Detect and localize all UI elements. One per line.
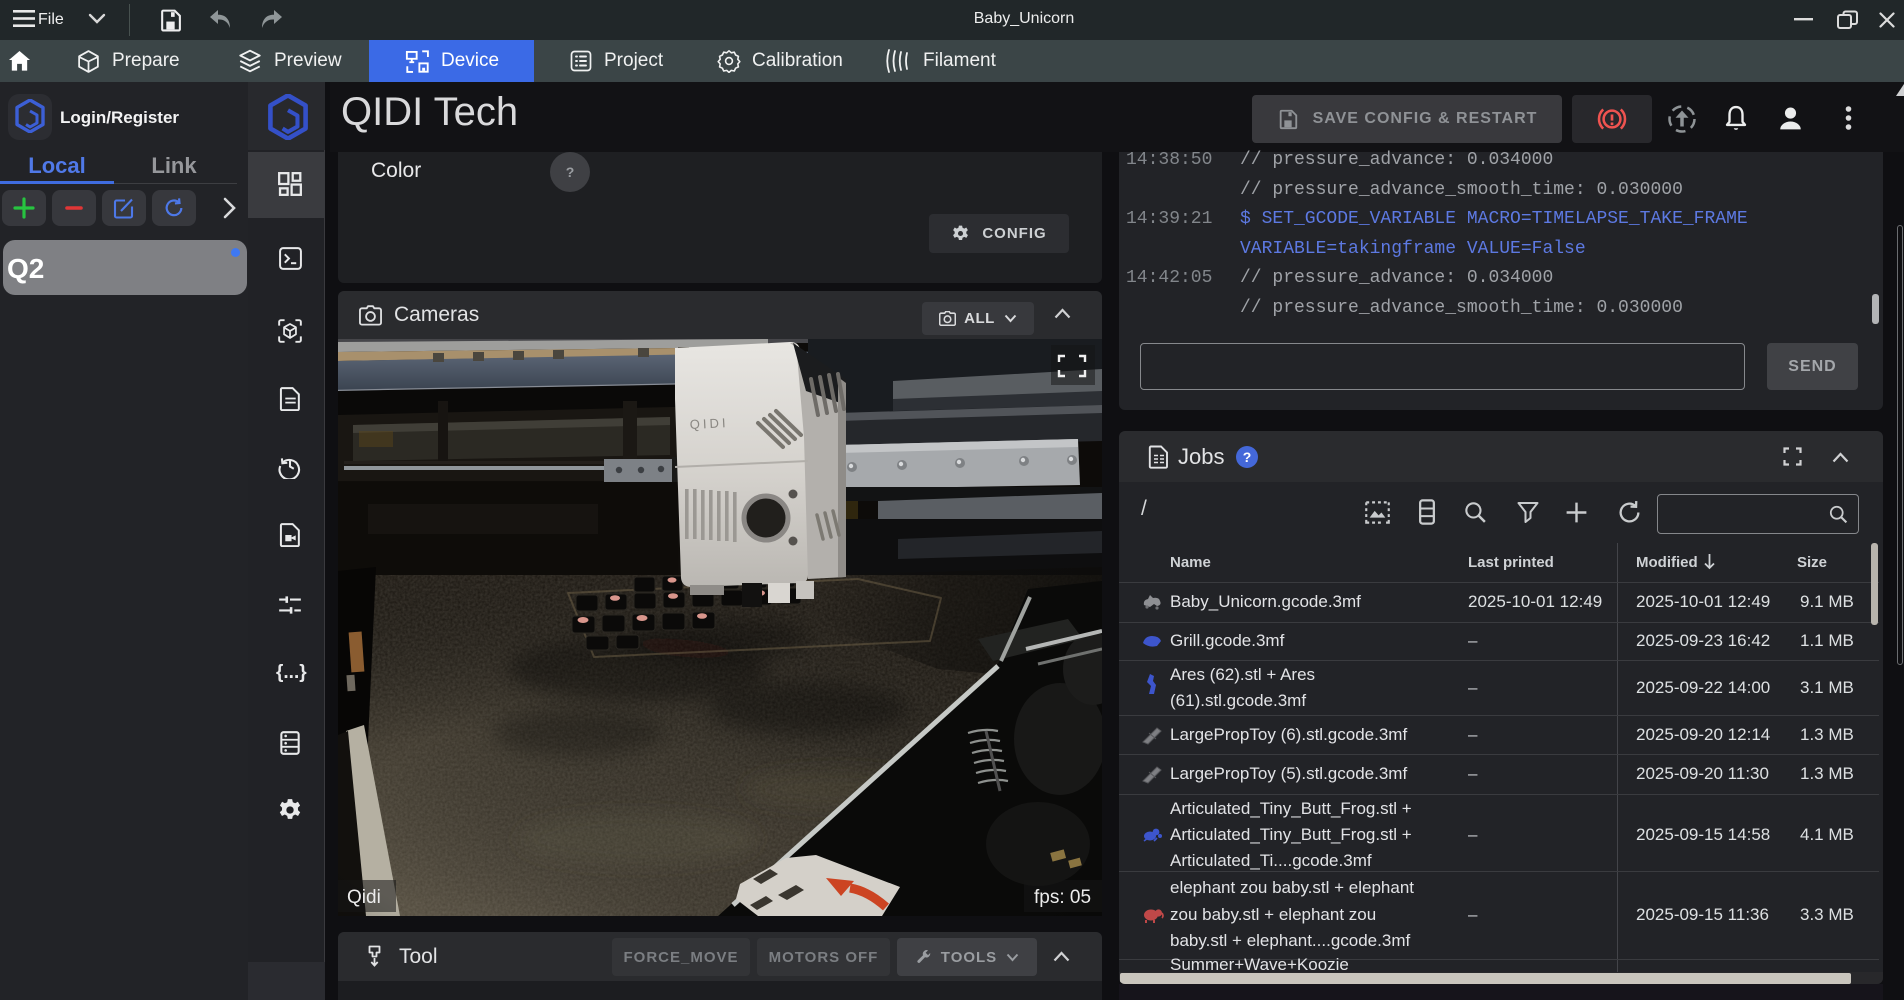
svg-text:Qidi: Qidi — [347, 887, 381, 908]
svg-text:fps: 05: fps: 05 — [1034, 887, 1091, 908]
